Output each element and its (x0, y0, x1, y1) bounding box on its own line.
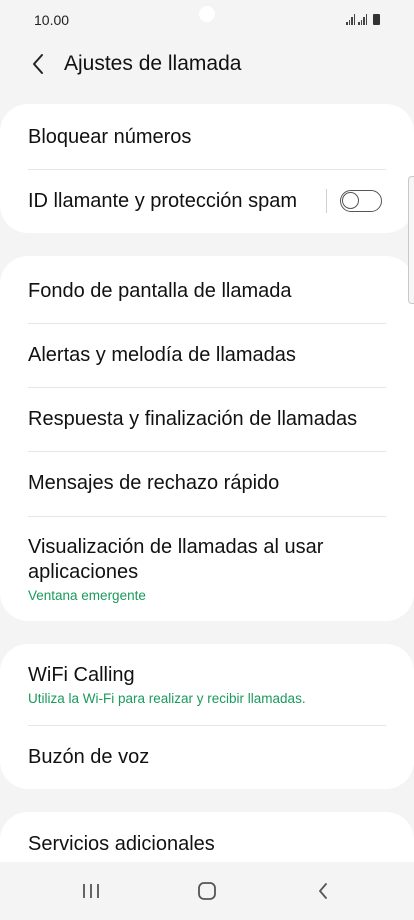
signal-icon (346, 14, 355, 25)
row-label: Bloquear números (28, 126, 192, 148)
back-nav-button[interactable] (303, 876, 343, 906)
row-label: Mensajes de rechazo rápido (28, 472, 280, 494)
app-header: Ajustes de llamada (0, 44, 414, 84)
recent-apps-icon (83, 884, 99, 898)
signal-icon (358, 14, 367, 25)
page-title: Ajustes de llamada (64, 52, 242, 75)
list-item-voicemail[interactable]: Buzón de voz (28, 745, 386, 773)
row-label: Alertas y melodía de llamadas (28, 344, 296, 366)
navigation-bar (0, 862, 414, 920)
chevron-left-icon (33, 54, 43, 74)
divider (28, 169, 386, 170)
status-time: 10.00 (34, 12, 70, 28)
card-wifi-settings: WiFi Calling Utiliza la Wi-Fi para reali… (0, 644, 414, 789)
row-label: Respuesta y finalización de llamadas (28, 408, 358, 430)
divider (28, 725, 386, 726)
list-item-block-numbers[interactable]: Bloquear números (28, 125, 386, 153)
home-button[interactable] (187, 876, 227, 906)
row-label: Visualización de llamadas al usar aplica… (28, 536, 324, 583)
row-label: ID llamante y protección spam (28, 190, 298, 212)
scrollbar[interactable] (408, 176, 414, 304)
home-icon (198, 882, 216, 900)
back-button[interactable] (22, 48, 54, 80)
list-item-call-alerts[interactable]: Alertas y melodía de llamadas (28, 343, 386, 371)
battery-icon (373, 14, 380, 25)
camera-cutout (199, 6, 215, 22)
list-item-call-background[interactable]: Fondo de pantalla de llamada (28, 279, 386, 307)
row-label: Buzón de voz (28, 746, 150, 768)
caller-id-toggle[interactable] (340, 190, 382, 212)
divider-vertical (326, 189, 327, 213)
divider (28, 323, 386, 324)
toggle-knob (342, 192, 359, 209)
status-icons (346, 13, 380, 25)
list-item-answer-end[interactable]: Respuesta y finalización de llamadas (28, 407, 386, 435)
row-label: Servicios adicionales (28, 833, 215, 855)
list-item-quick-decline[interactable]: Mensajes de rechazo rápido (28, 471, 386, 499)
list-item-additional-services[interactable]: Servicios adicionales (28, 832, 386, 860)
list-item-wifi-calling[interactable]: WiFi Calling Utiliza la Wi-Fi para reali… (28, 663, 386, 711)
row-label: WiFi Calling (28, 664, 135, 686)
list-item-call-display[interactable]: Visualización de llamadas al usar aplica… (28, 535, 354, 607)
row-subtitle: Ventana emergente (28, 588, 146, 603)
card-call-settings: Fondo de pantalla de llamada Alertas y m… (0, 256, 414, 621)
recent-apps-button[interactable] (71, 876, 111, 906)
list-item-caller-id[interactable]: ID llamante y protección spam (28, 189, 318, 217)
back-icon (319, 883, 327, 899)
divider (28, 451, 386, 452)
row-subtitle: Utiliza la Wi-Fi para realizar y recibir… (28, 691, 306, 706)
row-label: Fondo de pantalla de llamada (28, 280, 292, 302)
card-block-settings: Bloquear números ID llamante y protecció… (0, 104, 414, 233)
divider (28, 516, 386, 517)
status-bar: 10.00 (0, 0, 414, 40)
divider (28, 387, 386, 388)
